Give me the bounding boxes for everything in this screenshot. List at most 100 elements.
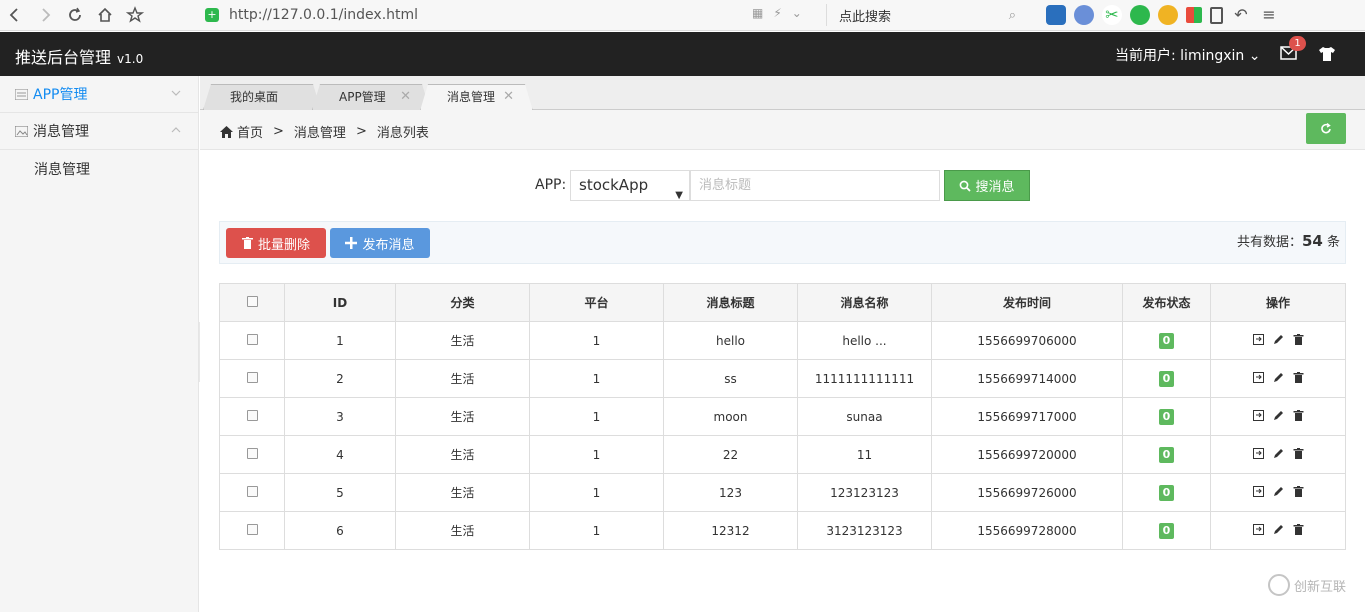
tab-app[interactable]: APP管理 ✕: [312, 84, 430, 110]
view-icon[interactable]: [1252, 447, 1264, 459]
reload-icon[interactable]: [60, 0, 90, 31]
edit-icon[interactable]: [1273, 448, 1284, 459]
view-icon[interactable]: [1252, 409, 1264, 421]
row-checkbox[interactable]: [246, 409, 258, 421]
edit-icon[interactable]: [1273, 372, 1284, 383]
sidebar-item-app[interactable]: APP管理: [0, 76, 198, 113]
view-icon[interactable]: [1252, 333, 1264, 345]
trash-icon[interactable]: [1293, 371, 1304, 383]
apps-icon[interactable]: [1186, 7, 1202, 23]
search-message-button[interactable]: 搜消息: [944, 170, 1030, 201]
back-icon[interactable]: [0, 0, 30, 31]
cell-name: 123123123: [797, 473, 932, 512]
close-icon[interactable]: ✕: [400, 85, 411, 109]
shield-extension-icon[interactable]: [1046, 5, 1066, 25]
tab-desktop[interactable]: 我的桌面: [203, 84, 321, 110]
user-name[interactable]: limingxin: [1180, 48, 1244, 64]
edit-icon[interactable]: [1273, 486, 1284, 497]
select-all-checkbox[interactable]: [246, 295, 258, 307]
row-checkbox[interactable]: [246, 333, 258, 345]
close-icon[interactable]: ✕: [503, 85, 514, 109]
cell-title: 22: [663, 435, 798, 474]
batch-delete-button[interactable]: 批量删除: [226, 228, 326, 258]
sidebar-item-label: 消息管理: [33, 124, 89, 140]
trash-icon[interactable]: [1293, 523, 1304, 535]
breadcrumb: 首页 > 消息管理 > 消息列表: [220, 122, 429, 141]
row-checkbox[interactable]: [246, 447, 258, 459]
column-header: 发布时间: [931, 283, 1123, 322]
edit-icon[interactable]: [1273, 524, 1284, 535]
refresh-icon: [1321, 122, 1331, 133]
table-row: 6 生活 1 12312 3123123123 1556699728000 0: [219, 511, 1346, 550]
breadcrumb-bar: 首页 > 消息管理 > 消息列表: [200, 110, 1365, 150]
row-select-cell: [219, 321, 285, 360]
home-icon[interactable]: [90, 0, 120, 31]
lightning-icon[interactable]: ⚡: [773, 6, 781, 20]
money-icon[interactable]: [1158, 5, 1178, 25]
breadcrumb-level1[interactable]: 消息管理: [294, 122, 346, 141]
cell-id: 2: [284, 359, 396, 398]
message-title-input[interactable]: [690, 170, 940, 201]
table-body: 1 生活 1 hello hello ... 1556699706000 0 2 生活 1 ss 11…: [219, 321, 1346, 550]
cell-actions: [1210, 359, 1346, 398]
menu-icon[interactable]: ≡: [1259, 5, 1279, 25]
trash-icon[interactable]: [1293, 409, 1304, 421]
status-badge: 0: [1159, 446, 1174, 463]
shirt-icon[interactable]: [1318, 46, 1336, 62]
status-badge: 0: [1159, 332, 1174, 349]
cell-name: hello ...: [797, 321, 932, 360]
chevron-down-icon: [171, 90, 181, 96]
sidebar-subitem-message[interactable]: 消息管理: [0, 150, 198, 187]
address-bar[interactable]: + http://127.0.0.1/index.html: [205, 4, 815, 26]
app-title-text: 推送后台管理: [15, 48, 112, 67]
cell-actions: [1210, 397, 1346, 436]
tab-message[interactable]: 消息管理 ✕: [420, 84, 533, 111]
table-row: 4 生活 1 22 11 1556699720000 0: [219, 435, 1346, 474]
qr-icon[interactable]: ▦: [752, 6, 763, 20]
view-icon[interactable]: [1252, 485, 1264, 497]
cell-title: ss: [663, 359, 798, 398]
row-select-cell: [219, 511, 285, 550]
cell-status: 0: [1122, 321, 1211, 360]
forward-icon[interactable]: [30, 0, 60, 31]
chevron-down-icon: ⌄: [1248, 48, 1261, 64]
globe-extension-icon[interactable]: [1074, 5, 1094, 25]
table-row: 5 生活 1 123 123123123 1556699726000 0: [219, 473, 1346, 512]
search-icon[interactable]: ⌕: [1009, 8, 1016, 23]
app-select[interactable]: stockApp ▼: [570, 170, 690, 201]
chevron-down-icon[interactable]: ⌄: [792, 6, 802, 20]
trash-icon[interactable]: [1293, 333, 1304, 345]
view-icon[interactable]: [1252, 523, 1264, 535]
user-menu[interactable]: 当前用户: limingxin ⌄: [1115, 45, 1260, 65]
tablet-icon[interactable]: [1210, 6, 1223, 24]
edit-icon[interactable]: [1273, 410, 1284, 421]
list-icon: [15, 88, 28, 100]
cell-category: 生活: [395, 511, 530, 550]
trash-icon[interactable]: [1293, 447, 1304, 459]
tab-label: APP管理: [339, 90, 386, 104]
cell-actions: [1210, 435, 1346, 474]
cell-category: 生活: [395, 473, 530, 512]
view-icon[interactable]: [1252, 371, 1264, 383]
edit-icon[interactable]: [1273, 334, 1284, 345]
browser-search-box[interactable]: 点此搜索 ⌕: [826, 4, 1026, 26]
cell-platform: 1: [529, 359, 664, 398]
url-text[interactable]: http://127.0.0.1/index.html: [229, 7, 418, 23]
breadcrumb-home[interactable]: 首页: [237, 122, 263, 141]
row-checkbox[interactable]: [246, 485, 258, 497]
row-checkbox[interactable]: [246, 523, 258, 535]
sidebar-item-message[interactable]: 消息管理: [0, 113, 198, 150]
publish-message-button[interactable]: 发布消息: [330, 228, 430, 258]
translate-icon[interactable]: [1130, 5, 1150, 25]
cell-title: hello: [663, 321, 798, 360]
cell-title: 12312: [663, 511, 798, 550]
trash-icon[interactable]: [1293, 485, 1304, 497]
row-checkbox[interactable]: [246, 371, 258, 383]
star-icon[interactable]: [120, 0, 150, 31]
cell-platform: 1: [529, 435, 664, 474]
scissors-icon[interactable]: ✂: [1102, 5, 1122, 25]
column-header: ID: [284, 283, 396, 322]
undo-icon[interactable]: ↶: [1231, 5, 1251, 25]
batch-delete-label: 批量删除: [257, 237, 310, 253]
refresh-button[interactable]: [1306, 113, 1346, 144]
